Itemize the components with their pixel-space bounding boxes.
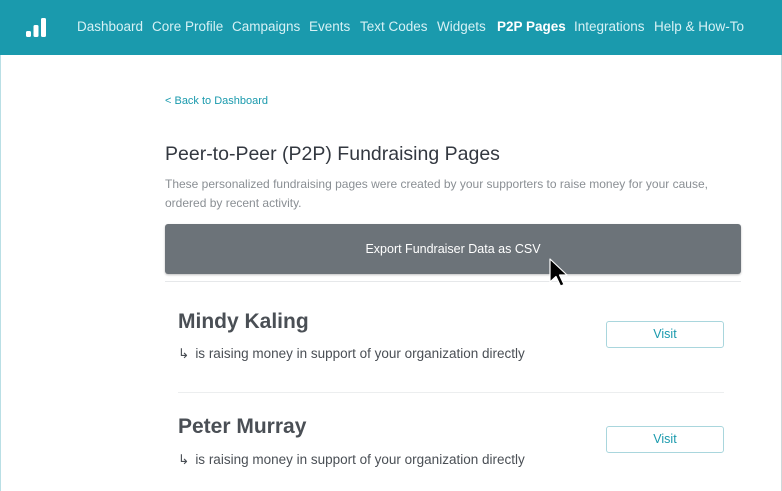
page-description: These personalized fundraising pages wer…	[165, 177, 708, 210]
fundraiser-subtitle: ↳ is raising money in support of your org…	[178, 452, 525, 468]
nav-item-widgets[interactable]: Widgets	[437, 19, 486, 35]
nav-item-help-how-to[interactable]: Help & How-To	[654, 19, 744, 35]
nav-item-p2p-pages[interactable]: P2P Pages	[497, 19, 566, 35]
divider	[178, 392, 724, 393]
page: Dashboard Core Profile Campaigns Events …	[0, 0, 782, 491]
mouse-pointer-icon	[549, 258, 568, 287]
fundraiser-name: Peter Murray	[178, 415, 307, 438]
bar-chart-logo-icon[interactable]	[24, 15, 48, 39]
fundraiser-subtitle-text: is raising money in support of your orga…	[195, 452, 525, 467]
fundraiser-name: Mindy Kaling	[178, 310, 309, 333]
page-title: Peer-to-Peer (P2P) Fundraising Pages	[165, 143, 500, 165]
nav-item-core-profile[interactable]: Core Profile	[152, 19, 223, 35]
nav-item-dashboard[interactable]: Dashboard	[77, 19, 143, 35]
nav-item-campaigns[interactable]: Campaigns	[232, 19, 300, 35]
visit-button[interactable]: Visit	[606, 321, 724, 348]
nav-item-events[interactable]: Events	[309, 19, 350, 35]
export-csv-button[interactable]: Export Fundraiser Data as CSV	[165, 224, 741, 274]
return-arrow-icon: ↳	[178, 346, 190, 361]
fundraiser-subtitle: ↳ is raising money in support of your org…	[178, 346, 525, 362]
fundraiser-subtitle-text: is raising money in support of your orga…	[195, 346, 525, 361]
top-navigation-bar: Dashboard Core Profile Campaigns Events …	[0, 0, 782, 55]
visit-button[interactable]: Visit	[606, 426, 724, 453]
nav-item-integrations[interactable]: Integrations	[574, 19, 645, 35]
return-arrow-icon: ↳	[178, 452, 190, 467]
frame-border-left	[0, 55, 1, 491]
divider	[165, 281, 741, 282]
back-to-dashboard-link[interactable]: < Back to Dashboard	[165, 95, 268, 107]
nav-item-text-codes[interactable]: Text Codes	[360, 19, 428, 35]
